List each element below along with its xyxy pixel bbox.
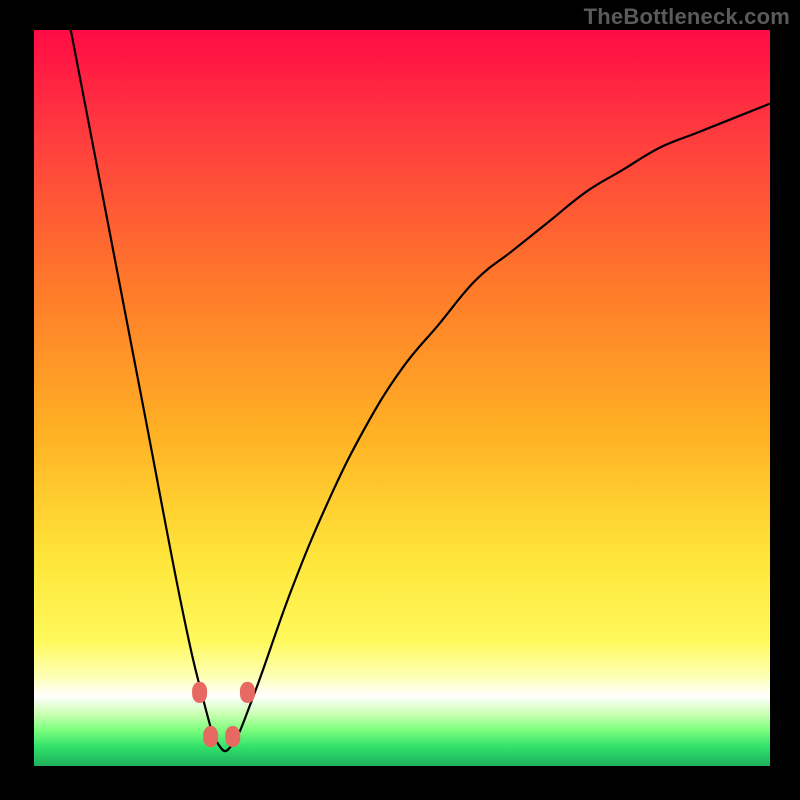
curve-marker <box>225 726 240 747</box>
watermark-text: TheBottleneck.com <box>584 4 790 30</box>
chart-frame: TheBottleneck.com <box>0 0 800 800</box>
curve-marker <box>240 682 255 703</box>
curve-marker <box>192 682 207 703</box>
gradient-background <box>34 30 770 766</box>
bottleneck-chart <box>34 30 770 766</box>
curve-marker <box>203 726 218 747</box>
plot-area <box>34 30 770 766</box>
